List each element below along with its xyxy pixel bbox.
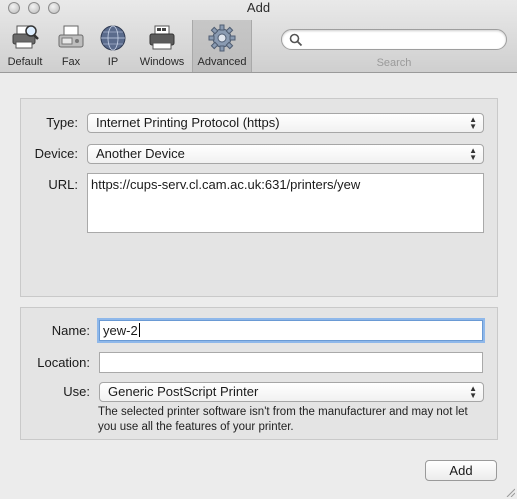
search-field[interactable] (281, 29, 507, 50)
use-label: Use: (63, 384, 90, 399)
popup-arrows-icon: ▲ ▼ (469, 146, 477, 162)
name-value: yew-2 (103, 323, 138, 338)
toolbar-windows-button[interactable]: Windows (135, 20, 189, 72)
device-popup[interactable]: Another Device ▲ ▼ (87, 144, 484, 164)
toolbar-ip-button[interactable]: IP (94, 20, 132, 72)
resize-grip-icon[interactable] (505, 487, 515, 497)
type-popup[interactable]: Internet Printing Protocol (https) ▲ ▼ (87, 113, 484, 133)
toolbar-fax-button[interactable]: Fax (52, 20, 90, 72)
driver-warning-note: The selected printer software isn't from… (98, 406, 468, 433)
printer-magnifier-icon (10, 24, 40, 52)
gear-icon (207, 24, 237, 52)
popup-arrows-icon: ▲ ▼ (469, 115, 477, 131)
device-label: Device: (34, 146, 78, 161)
search-icon (289, 33, 303, 47)
url-label: URL: (48, 177, 78, 192)
popup-arrows-icon: ▲ ▼ (469, 384, 477, 400)
device-value: Another Device (96, 146, 185, 161)
toolbar-advanced-button[interactable]: Advanced (192, 20, 252, 72)
toolbar-advanced-label: Advanced (197, 56, 247, 68)
text-cursor (138, 323, 140, 337)
globe-icon (98, 24, 128, 52)
toolbar-default-label: Default (7, 56, 43, 68)
window-title: Add (246, 0, 271, 15)
toolbar-fax-label: Fax (61, 56, 81, 68)
fax-icon (56, 24, 86, 52)
use-popup[interactable]: Generic PostScript Printer ▲ ▼ (99, 382, 484, 402)
location-field[interactable] (99, 352, 483, 373)
zoom-window-button[interactable] (48, 2, 60, 14)
window-toolbar: Add Default Fax IP Windows Advanced Sear… (0, 0, 517, 73)
toolbar-ip-label: IP (107, 56, 119, 68)
url-value: https://cups-serv.cl.cam.ac.uk:631/print… (91, 177, 361, 192)
url-field[interactable]: https://cups-serv.cl.cam.ac.uk:631/print… (87, 173, 484, 233)
type-value: Internet Printing Protocol (https) (96, 115, 280, 130)
location-label: Location: (37, 355, 90, 370)
name-field[interactable]: yew-2 (99, 320, 483, 341)
toolbar-default-button[interactable]: Default (2, 20, 48, 72)
use-value: Generic PostScript Printer (108, 384, 259, 399)
type-label: Type: (46, 115, 78, 130)
search-label: Search (376, 57, 412, 69)
name-label: Name: (51, 323, 90, 338)
add-button[interactable]: Add (425, 460, 497, 481)
close-window-button[interactable] (8, 2, 20, 14)
toolbar-windows-label: Windows (139, 56, 185, 68)
minimize-window-button[interactable] (28, 2, 40, 14)
windows-printer-icon (147, 24, 177, 52)
